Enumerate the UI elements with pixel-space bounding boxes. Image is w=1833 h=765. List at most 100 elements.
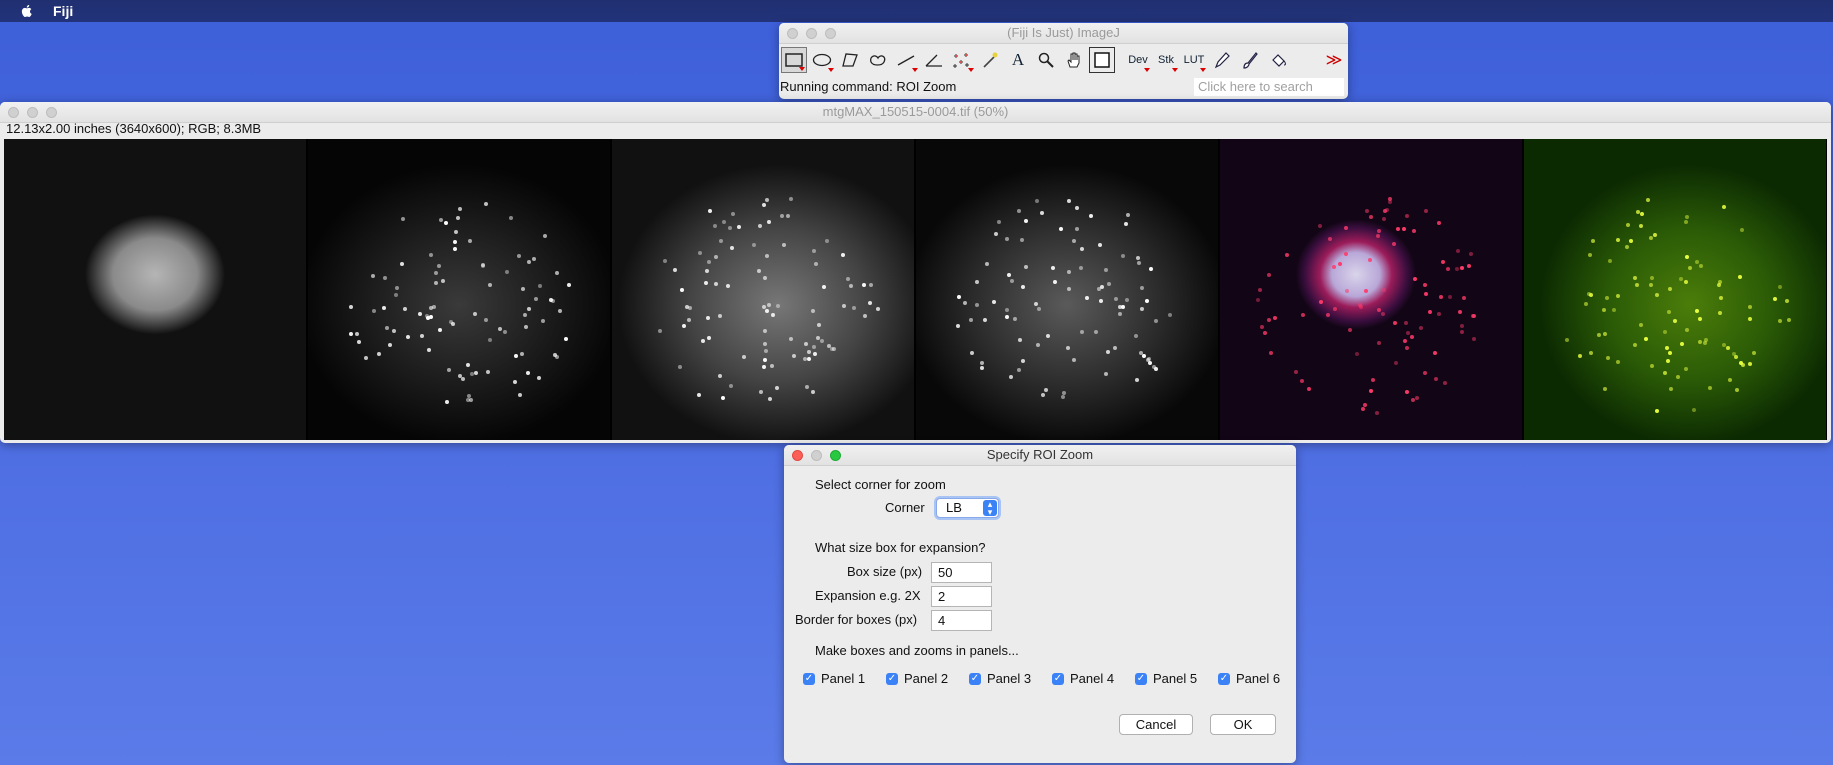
minimize-button[interactable] bbox=[811, 450, 822, 461]
speckle bbox=[1442, 381, 1447, 386]
speckle bbox=[687, 318, 692, 323]
wand-tool[interactable] bbox=[977, 47, 1003, 73]
zoom-button[interactable] bbox=[46, 107, 57, 118]
panel-2-checkbox[interactable]: ✓ bbox=[886, 673, 898, 685]
corner-section-label: Select corner for zoom bbox=[815, 477, 946, 492]
panel-4-checkbox[interactable]: ✓ bbox=[1052, 673, 1064, 685]
close-button[interactable] bbox=[792, 450, 803, 461]
blank-tool-slot bbox=[1293, 47, 1319, 73]
speckle bbox=[1009, 278, 1014, 283]
pencil-tool[interactable] bbox=[1209, 47, 1235, 73]
speckle bbox=[992, 299, 997, 304]
speckle bbox=[1650, 275, 1655, 280]
speckle bbox=[1066, 286, 1071, 291]
app-menu-fiji[interactable]: Fiji bbox=[53, 3, 73, 19]
speckle bbox=[1361, 406, 1366, 411]
point-tool[interactable] bbox=[949, 47, 975, 73]
speckle bbox=[483, 201, 488, 206]
line-tool[interactable] bbox=[893, 47, 919, 73]
image-canvas[interactable] bbox=[4, 139, 1827, 440]
lut-tool[interactable]: LUT bbox=[1181, 47, 1207, 73]
brush-tool[interactable] bbox=[1237, 47, 1263, 73]
speckle bbox=[770, 313, 775, 318]
speckle bbox=[460, 377, 465, 382]
speckle bbox=[1616, 238, 1621, 243]
speckle bbox=[1787, 318, 1792, 323]
speckle bbox=[394, 285, 399, 290]
speckle bbox=[458, 206, 463, 211]
speckle bbox=[400, 217, 405, 222]
speckle bbox=[1036, 343, 1041, 348]
speckle bbox=[705, 316, 710, 321]
speckle bbox=[1135, 377, 1140, 382]
speckle bbox=[1333, 307, 1338, 312]
speckle bbox=[704, 281, 709, 286]
panel-5-checkbox[interactable]: ✓ bbox=[1135, 673, 1147, 685]
box-size-field[interactable]: 50 bbox=[931, 562, 992, 583]
dev-tool[interactable]: Dev bbox=[1125, 47, 1151, 73]
speckle bbox=[420, 334, 425, 339]
text-tool[interactable]: A bbox=[1005, 47, 1031, 73]
image-panel-5[interactable] bbox=[1220, 139, 1522, 440]
speckle bbox=[1437, 221, 1442, 226]
corner-select[interactable]: LB ▴ ▾ bbox=[936, 498, 999, 518]
status-text: Running command: ROI Zoom bbox=[780, 79, 957, 94]
polygon-tool[interactable] bbox=[837, 47, 863, 73]
zoom-button[interactable] bbox=[825, 28, 836, 39]
stk-tool[interactable]: Stk bbox=[1153, 47, 1179, 73]
magnifier-tool[interactable] bbox=[1033, 47, 1059, 73]
line-icon bbox=[897, 55, 915, 66]
speckle bbox=[1140, 286, 1145, 291]
rectangle-tool[interactable] bbox=[781, 47, 807, 73]
speckle bbox=[1066, 346, 1071, 351]
border-field[interactable]: 4 bbox=[931, 610, 992, 631]
color-picker-tool[interactable] bbox=[1089, 47, 1115, 73]
speckle bbox=[1403, 338, 1407, 343]
ok-button[interactable]: OK bbox=[1210, 714, 1276, 735]
close-button[interactable] bbox=[787, 28, 798, 39]
speckle bbox=[974, 303, 979, 308]
minimize-button[interactable] bbox=[27, 107, 38, 118]
speckle bbox=[763, 328, 768, 333]
speckle bbox=[1154, 367, 1159, 372]
image-panel-3[interactable] bbox=[612, 139, 914, 440]
search-field[interactable]: Click here to search bbox=[1194, 78, 1344, 96]
speckle bbox=[1633, 275, 1637, 280]
speckle bbox=[1439, 295, 1444, 300]
speckle bbox=[1459, 323, 1464, 328]
panel-3-checkbox[interactable]: ✓ bbox=[969, 673, 981, 685]
zoom-button[interactable] bbox=[830, 450, 841, 461]
speckle bbox=[811, 390, 816, 394]
close-button[interactable] bbox=[8, 107, 19, 118]
cancel-button[interactable]: Cancel bbox=[1119, 714, 1193, 735]
speckle bbox=[527, 259, 532, 264]
panel-6-checkbox[interactable]: ✓ bbox=[1218, 673, 1230, 685]
speckle bbox=[1459, 330, 1464, 335]
oval-icon bbox=[812, 53, 832, 67]
pencil-icon bbox=[1214, 52, 1230, 69]
speckle bbox=[741, 354, 746, 359]
image-panel-6[interactable] bbox=[1524, 139, 1826, 440]
panels-section-label: Make boxes and zooms in panels... bbox=[815, 643, 1019, 658]
expansion-field[interactable]: 2 bbox=[931, 586, 992, 607]
speckle bbox=[465, 363, 470, 368]
speckle bbox=[1405, 213, 1410, 218]
speckle bbox=[774, 385, 779, 390]
panel-2-label: Panel 2 bbox=[904, 671, 949, 686]
image-panel-1[interactable] bbox=[4, 139, 306, 440]
oval-tool[interactable] bbox=[809, 47, 835, 73]
apple-icon[interactable] bbox=[19, 3, 35, 19]
image-panel-2[interactable] bbox=[308, 139, 610, 440]
speckle bbox=[713, 282, 718, 287]
image-panel-4[interactable] bbox=[916, 139, 1218, 440]
speckle bbox=[765, 309, 770, 314]
more-tools-button[interactable]: ≫ bbox=[1321, 47, 1347, 73]
panel-1-checkbox[interactable]: ✓ bbox=[803, 673, 815, 685]
minimize-button[interactable] bbox=[806, 28, 817, 39]
speckle bbox=[765, 253, 770, 258]
freehand-tool[interactable] bbox=[865, 47, 891, 73]
hand-tool[interactable] bbox=[1061, 47, 1087, 73]
speckle bbox=[372, 308, 377, 313]
flood-fill-tool[interactable] bbox=[1265, 47, 1291, 73]
angle-tool[interactable] bbox=[921, 47, 947, 73]
